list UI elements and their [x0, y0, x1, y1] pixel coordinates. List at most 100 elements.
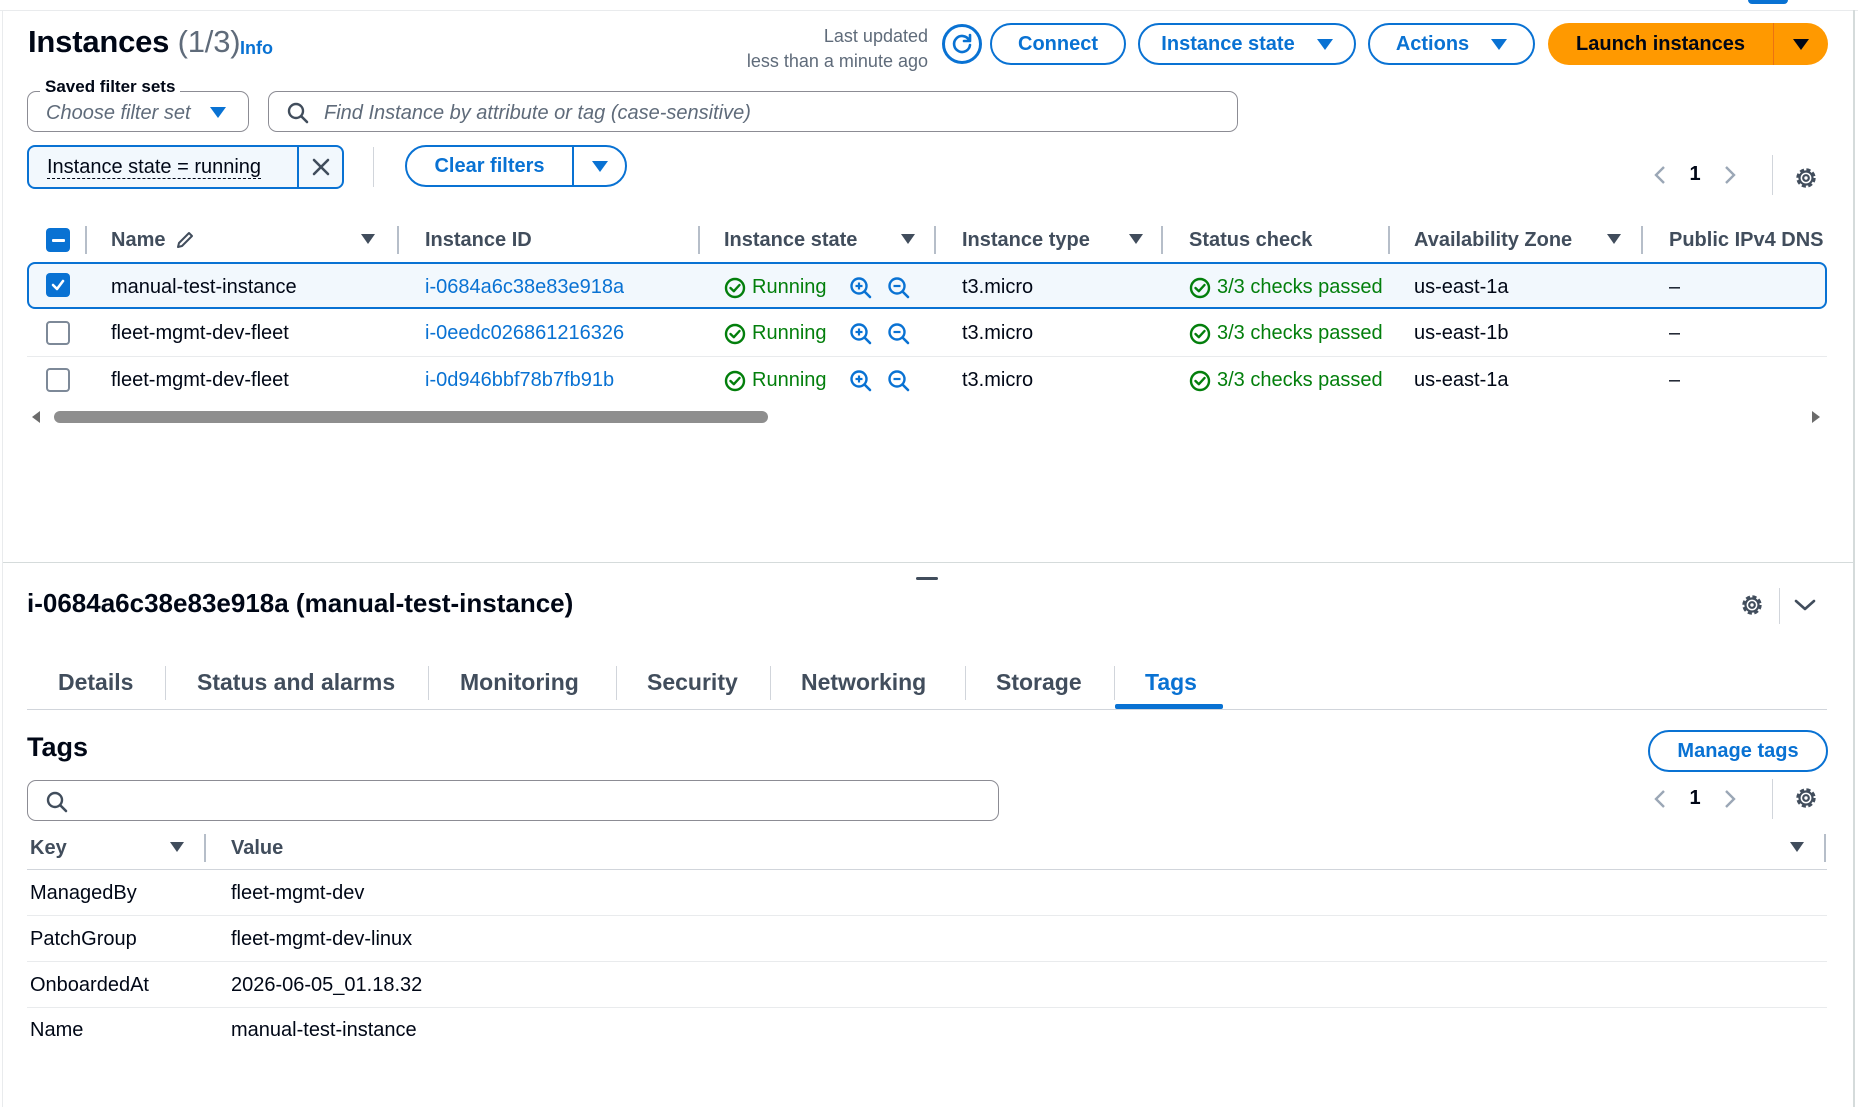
tab-status-and-alarms[interactable]: Status and alarms	[197, 656, 395, 708]
tags-section-title: Tags	[27, 732, 89, 762]
column-header-name[interactable]: Name	[111, 218, 195, 262]
row-checkbox[interactable]	[46, 368, 70, 392]
clear-filters-label[interactable]: Clear filters	[407, 147, 574, 185]
horizontal-scrollbar[interactable]	[30, 408, 1828, 428]
manage-tags-button[interactable]: Manage tags	[1648, 730, 1828, 772]
saved-filter-select[interactable]: Choose filter set	[27, 91, 249, 132]
instance-id-link[interactable]: i-0d946bbf78b7fb91b	[425, 357, 614, 404]
clear-filters-dropdown[interactable]	[574, 147, 625, 185]
clear-filters-button[interactable]: Clear filters	[405, 145, 627, 187]
column-divider[interactable]	[698, 226, 700, 254]
next-page-button[interactable]	[1715, 788, 1745, 810]
column-divider[interactable]	[1161, 226, 1163, 254]
tab-monitoring[interactable]: Monitoring	[460, 656, 579, 708]
column-header-value[interactable]: Value	[231, 826, 283, 870]
previous-page-button[interactable]	[1645, 164, 1675, 186]
instance-state-text: Running	[752, 369, 827, 391]
remove-filter-button[interactable]	[299, 147, 342, 187]
column-header-instance-type[interactable]: Instance type	[962, 218, 1090, 262]
column-divider[interactable]	[1824, 834, 1826, 862]
instance-state-button[interactable]: Instance state	[1138, 23, 1356, 65]
refresh-button[interactable]	[942, 24, 982, 64]
zoom-in-icon[interactable]	[849, 276, 873, 300]
gear-icon[interactable]	[1793, 785, 1819, 811]
split-panel-divider	[3, 562, 1853, 563]
select-all-checkbox[interactable]	[46, 228, 70, 252]
zoom-out-icon[interactable]	[887, 369, 911, 393]
instance-id-link[interactable]: i-0684a6c38e83e918a	[425, 264, 624, 311]
tab-networking[interactable]: Networking	[801, 656, 926, 708]
filter-divider	[373, 147, 374, 187]
table-row[interactable]: fleet-mgmt-dev-fleet i-0eedc026861216326…	[27, 310, 1827, 357]
sort-caret-icon[interactable]	[1790, 842, 1804, 852]
chevron-left-icon	[1654, 789, 1665, 808]
table-row[interactable]: manual-test-instance i-0684a6c38e83e918a…	[27, 262, 1827, 309]
next-page-button[interactable]	[1715, 164, 1745, 186]
tag-value: fleet-mgmt-dev	[231, 881, 365, 904]
resize-handle[interactable]	[916, 577, 938, 580]
column-header-public-ipv4-dns[interactable]: Public IPv4 DNS	[1669, 218, 1824, 262]
column-header-instance-id[interactable]: Instance ID	[425, 218, 532, 262]
column-divider[interactable]	[1388, 226, 1390, 254]
column-header-status-check[interactable]: Status check	[1189, 218, 1312, 262]
launch-dropdown-toggle[interactable]	[1774, 23, 1828, 65]
scroll-right-icon[interactable]	[1810, 410, 1822, 424]
tag-row: OnboardedAt 2026-06-05_01.18.32	[27, 962, 1827, 1008]
instance-state-cell: Running	[724, 310, 827, 357]
tab-security[interactable]: Security	[647, 656, 738, 708]
row-checkbox[interactable]	[46, 321, 70, 345]
tab-tags[interactable]: Tags	[1145, 656, 1197, 708]
actions-button[interactable]: Actions	[1368, 23, 1535, 65]
tags-search-input[interactable]	[27, 780, 999, 821]
gear-icon[interactable]	[1793, 165, 1819, 191]
status-check-cell: 3/3 checks passed	[1189, 264, 1389, 311]
sort-caret-icon[interactable]	[901, 234, 915, 244]
instance-type: t3.micro	[962, 369, 1034, 391]
sort-caret-icon[interactable]	[361, 234, 375, 244]
tab-storage[interactable]: Storage	[996, 656, 1082, 708]
instance-id-link[interactable]: i-0eedc026861216326	[425, 310, 624, 357]
sort-caret-icon[interactable]	[1129, 234, 1143, 244]
launch-instances-label[interactable]: Launch instances	[1548, 23, 1774, 65]
tab-details[interactable]: Details	[58, 656, 133, 708]
current-page[interactable]: 1	[1675, 163, 1715, 186]
scrollbar-thumb[interactable]	[54, 411, 768, 423]
column-header-availability-zone[interactable]: Availability Zone	[1414, 218, 1572, 262]
top-corner-indicator	[1748, 0, 1788, 4]
column-divider[interactable]	[1641, 226, 1643, 254]
zoom-out-icon[interactable]	[887, 276, 911, 300]
filter-token[interactable]: Instance state = running	[27, 145, 344, 189]
status-check-text: 3/3 checks passed	[1217, 369, 1383, 391]
column-header-instance-state[interactable]: Instance state	[724, 218, 857, 262]
sort-caret-icon[interactable]	[1607, 234, 1621, 244]
scroll-left-icon[interactable]	[30, 410, 42, 424]
availability-zone: us-east-1b	[1414, 322, 1509, 344]
info-link[interactable]: Info	[240, 38, 273, 59]
state-filter-icons	[849, 264, 911, 311]
column-header-key[interactable]: Key	[30, 826, 67, 870]
gear-icon[interactable]	[1739, 592, 1765, 618]
filter-token-label[interactable]: Instance state = running	[29, 147, 299, 187]
state-filter-icons	[849, 310, 911, 357]
chevron-down-icon[interactable]	[1793, 596, 1817, 614]
current-page[interactable]: 1	[1675, 787, 1715, 810]
column-divider[interactable]	[397, 226, 399, 254]
table-row[interactable]: fleet-mgmt-dev-fleet i-0d946bbf78b7fb91b…	[27, 357, 1827, 404]
column-divider[interactable]	[934, 226, 936, 254]
instance-search-input[interactable]: Find Instance by attribute or tag (case-…	[268, 91, 1238, 132]
launch-instances-button[interactable]: Launch instances	[1548, 23, 1828, 65]
zoom-in-icon[interactable]	[849, 369, 873, 393]
zoom-in-icon[interactable]	[849, 322, 873, 346]
connect-button[interactable]: Connect	[990, 23, 1126, 65]
tag-key: PatchGroup	[30, 927, 137, 950]
detail-header-divider	[1779, 588, 1780, 624]
row-checkbox[interactable]	[46, 273, 70, 297]
tab-divider	[165, 666, 166, 700]
success-check-icon	[1189, 323, 1211, 344]
right-scroll-edge[interactable]	[1853, 10, 1855, 1107]
sort-caret-icon[interactable]	[170, 842, 184, 852]
previous-page-button[interactable]	[1645, 788, 1675, 810]
zoom-out-icon[interactable]	[887, 322, 911, 346]
column-divider[interactable]	[204, 834, 206, 862]
public-dns: –	[1669, 322, 1681, 344]
